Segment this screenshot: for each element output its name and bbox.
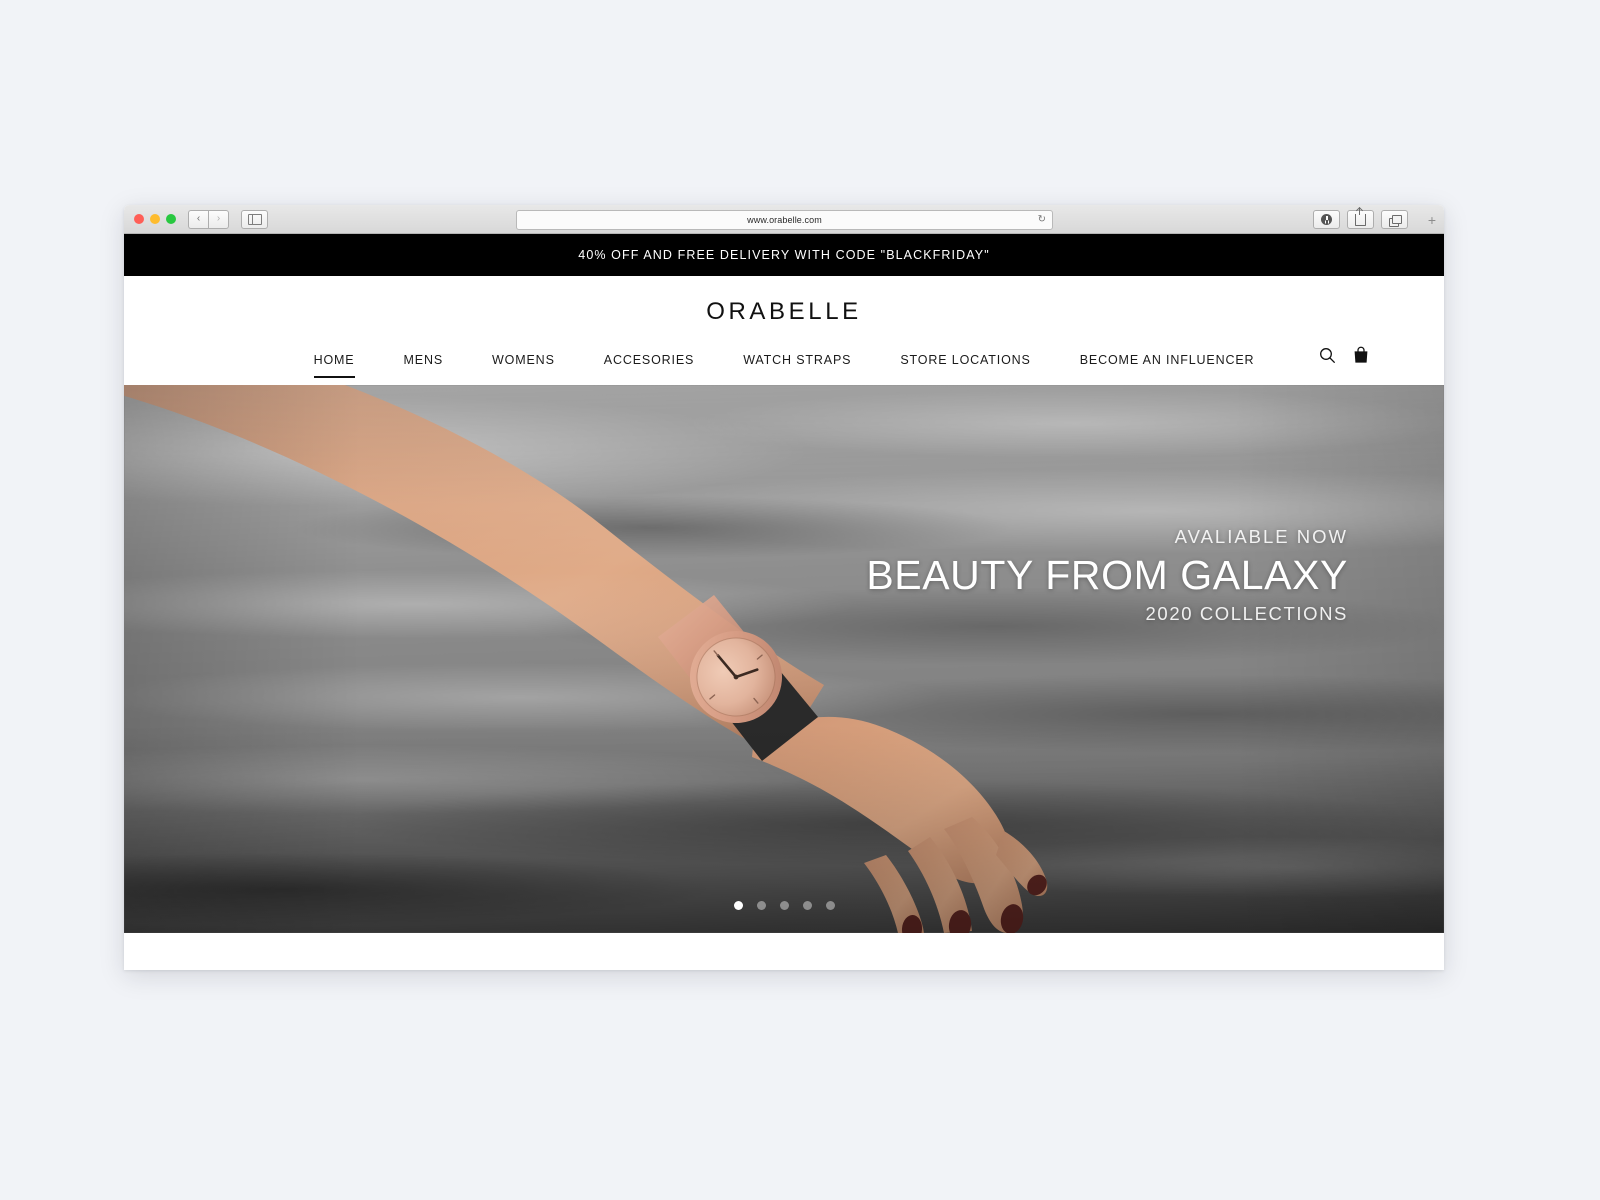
share-button[interactable] (1347, 207, 1374, 229)
nav-item-mens[interactable]: MENS (404, 353, 444, 378)
browser-window: ‹ › www.orabelle.com ↻ + 40% OFF AND FRE… (124, 205, 1444, 970)
main-navigation: HOME MENS WOMENS ACCESORIES WATCH STRAPS… (124, 345, 1444, 385)
website-content: 40% OFF AND FREE DELIVERY WITH CODE "BLA… (124, 234, 1444, 970)
header-icons (1319, 346, 1369, 364)
hero-title: BEAUTY FROM GALAXY (866, 552, 1348, 598)
site-header: ORABELLE HOME MENS WOMENS ACCESORIES WAT… (124, 276, 1444, 385)
forward-button[interactable]: › (208, 209, 229, 229)
promo-banner: 40% OFF AND FREE DELIVERY WITH CODE "BLA… (124, 234, 1444, 276)
hero-carousel: AVALIABLE NOW BEAUTY FROM GALAXY 2020 CO… (124, 385, 1444, 933)
window-controls (134, 214, 176, 224)
nav-item-accesories[interactable]: ACCESORIES (604, 353, 694, 378)
reload-icon[interactable]: ↻ (1038, 215, 1046, 225)
nav-item-womens[interactable]: WOMENS (492, 353, 555, 378)
hero-subtitle: 2020 COLLECTIONS (1145, 603, 1348, 625)
hero-copy: AVALIABLE NOW BEAUTY FROM GALAXY 2020 CO… (866, 526, 1348, 625)
share-icon (1355, 207, 1366, 226)
nav-item-home[interactable]: HOME (313, 353, 355, 378)
carousel-dot-4[interactable] (802, 901, 812, 910)
promo-banner-text: 40% OFF AND FREE DELIVERY WITH CODE "BLA… (578, 248, 990, 262)
carousel-dot-3[interactable] (779, 901, 789, 910)
sidebar-icon (247, 213, 262, 225)
carousel-dots (124, 901, 1444, 910)
nav-item-become-an-influencer[interactable]: BECOME AN INFLUENCER (1080, 353, 1255, 378)
carousel-dot-1[interactable] (733, 901, 743, 910)
sidebar-toggle-button[interactable] (241, 209, 268, 229)
brand-logo[interactable]: ORABELLE (124, 298, 1444, 326)
search-icon[interactable] (1319, 347, 1336, 364)
below-hero-section (124, 933, 1444, 970)
carousel-dot-2[interactable] (756, 901, 766, 910)
tab-overview-button[interactable] (1381, 210, 1408, 229)
downloads-button[interactable] (1313, 210, 1340, 229)
new-tab-button[interactable]: + (1428, 213, 1436, 227)
shopping-bag-icon[interactable] (1353, 346, 1369, 364)
toolbar-actions (1313, 207, 1408, 229)
hero-vignette (124, 385, 1444, 933)
address-bar[interactable]: www.orabelle.com ↻ (516, 210, 1053, 230)
url-text: www.orabelle.com (747, 215, 822, 225)
close-window-button[interactable] (134, 214, 144, 224)
navigation-buttons: ‹ › (188, 209, 229, 229)
nav-item-store-locations[interactable]: STORE LOCATIONS (900, 353, 1030, 378)
zoom-window-button[interactable] (166, 214, 176, 224)
carousel-dot-5[interactable] (825, 901, 835, 910)
browser-toolbar: ‹ › www.orabelle.com ↻ + (124, 205, 1444, 234)
back-button[interactable]: ‹ (188, 209, 208, 229)
tab-overview-icon (1388, 214, 1402, 227)
minimize-window-button[interactable] (150, 214, 160, 224)
hero-kicker: AVALIABLE NOW (1174, 526, 1348, 547)
download-icon (1321, 214, 1332, 225)
nav-item-watch-straps[interactable]: WATCH STRAPS (743, 353, 851, 378)
